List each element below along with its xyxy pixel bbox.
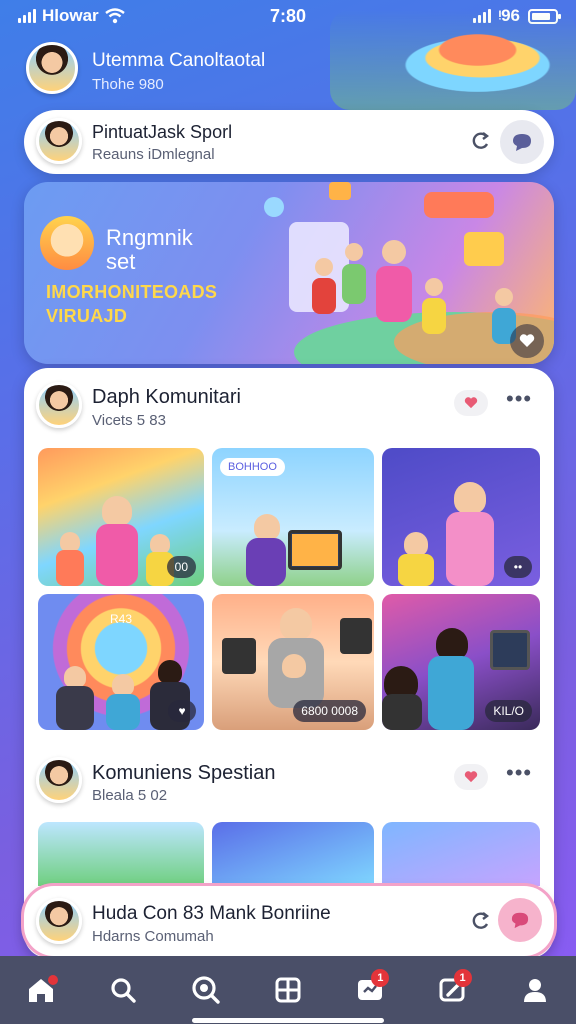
tile-2-label: BOHHOO — [220, 458, 285, 476]
explore-icon — [192, 976, 220, 1004]
banner-title-line1: Rngmnik — [106, 225, 193, 250]
nav-profile[interactable] — [510, 965, 560, 1015]
heart-icon — [519, 334, 535, 347]
pill-title: Pintua⁠tJask Sporl — [92, 122, 233, 142]
media-tile-2[interactable]: BOHHOO — [212, 448, 374, 586]
tile-4-badge: ♥ — [168, 700, 196, 722]
tile-5-badge: 6800 0008 — [293, 700, 366, 722]
grid-icon — [275, 977, 301, 1003]
nav-home[interactable] — [16, 965, 66, 1015]
send-icon — [511, 912, 529, 929]
status-time: 7:80 — [270, 6, 307, 26]
nav-media[interactable]: 1 — [345, 965, 395, 1015]
tile-6-badge: KIL/O — [485, 700, 532, 722]
banner-subtitle: IMORHONITEOADS VIRUAJD — [46, 280, 246, 328]
section1-avatar[interactable] — [36, 382, 82, 428]
media-tile-8[interactable] — [212, 822, 374, 886]
header-illustration — [330, 10, 576, 110]
nav-home-dot — [48, 975, 59, 985]
status-left: Hlowar — [18, 6, 125, 26]
heart-icon — [464, 397, 478, 409]
header-avatar[interactable] — [26, 42, 78, 94]
section1-title: Daph Komunitari — [92, 386, 241, 408]
section2-more-button[interactable]: ••• — [506, 760, 532, 786]
section2-subtitle: Bleala 5 02 — [92, 787, 168, 804]
media-tile-1[interactable]: 00 — [38, 448, 204, 586]
nav-search[interactable] — [98, 965, 148, 1015]
media-tile-4[interactable]: R43 ♥ — [38, 594, 204, 730]
carrier-label: Hlowar — [42, 6, 99, 25]
heart-icon — [464, 771, 478, 783]
section2-avatar[interactable] — [36, 757, 82, 803]
banner-title: Rngmnik set — [106, 226, 226, 274]
compose-title: Huda Con 83 Mank Bonriine — [92, 903, 331, 924]
tile-1-badge: 00 — [166, 556, 196, 578]
promo-banner[interactable] — [24, 182, 554, 364]
tile-3-badge: •• — [504, 556, 532, 578]
refresh-icon[interactable] — [470, 130, 492, 152]
header-subtitle: Thohe 980 — [92, 76, 164, 93]
pill-avatar — [36, 118, 82, 164]
nav-grid[interactable] — [263, 965, 313, 1015]
banner-like-button[interactable] — [510, 324, 544, 358]
media-tile-6[interactable]: KIL/O — [382, 594, 540, 730]
nav-edit[interactable]: 1 — [428, 965, 478, 1015]
search-icon — [111, 978, 137, 1003]
nav-explore[interactable] — [181, 965, 231, 1015]
media-tile-3[interactable]: •• — [382, 448, 540, 586]
media-tile-7[interactable] — [38, 822, 204, 886]
section1-reaction-chip[interactable] — [454, 390, 488, 416]
banner-subtitle-line2: VIRUAJD — [46, 306, 128, 326]
pill-subtitle: Reauns iDmlegnal — [92, 146, 215, 163]
signal-icon — [18, 9, 36, 23]
chat-icon — [513, 134, 531, 151]
section1-subtitle: Vicets 5 83 — [92, 412, 166, 429]
header-title: Utemma Canoltaotal — [92, 50, 266, 71]
profile-icon — [523, 979, 546, 1002]
media-tile-9[interactable] — [382, 822, 540, 886]
wifi-icon — [104, 8, 125, 24]
banner-title-line2: set — [106, 249, 136, 274]
banner-illustration — [264, 182, 554, 364]
nav-edit-badge: 1 — [453, 969, 472, 987]
nav-media-badge: 1 — [371, 969, 390, 987]
banner-mascot — [40, 216, 94, 270]
send-button[interactable] — [498, 898, 542, 942]
banner-subtitle-line1: IMORHONITEOADS — [46, 282, 218, 302]
home-indicator — [192, 1018, 384, 1023]
refresh-icon[interactable] — [470, 910, 492, 932]
compose-avatar — [36, 898, 82, 944]
media-tile-5[interactable]: 6800 0008 — [212, 594, 374, 730]
bottom-nav: 1 1 — [0, 956, 576, 1024]
chat-button[interactable] — [500, 120, 544, 164]
tile-4-label: R43 — [110, 612, 133, 626]
compose-subtitle: Hdarns Comumah — [92, 928, 214, 945]
section2-reaction-chip[interactable] — [454, 764, 488, 790]
section2-title: Komuniens Spestian — [92, 762, 276, 784]
section1-more-button[interactable]: ••• — [506, 386, 532, 412]
